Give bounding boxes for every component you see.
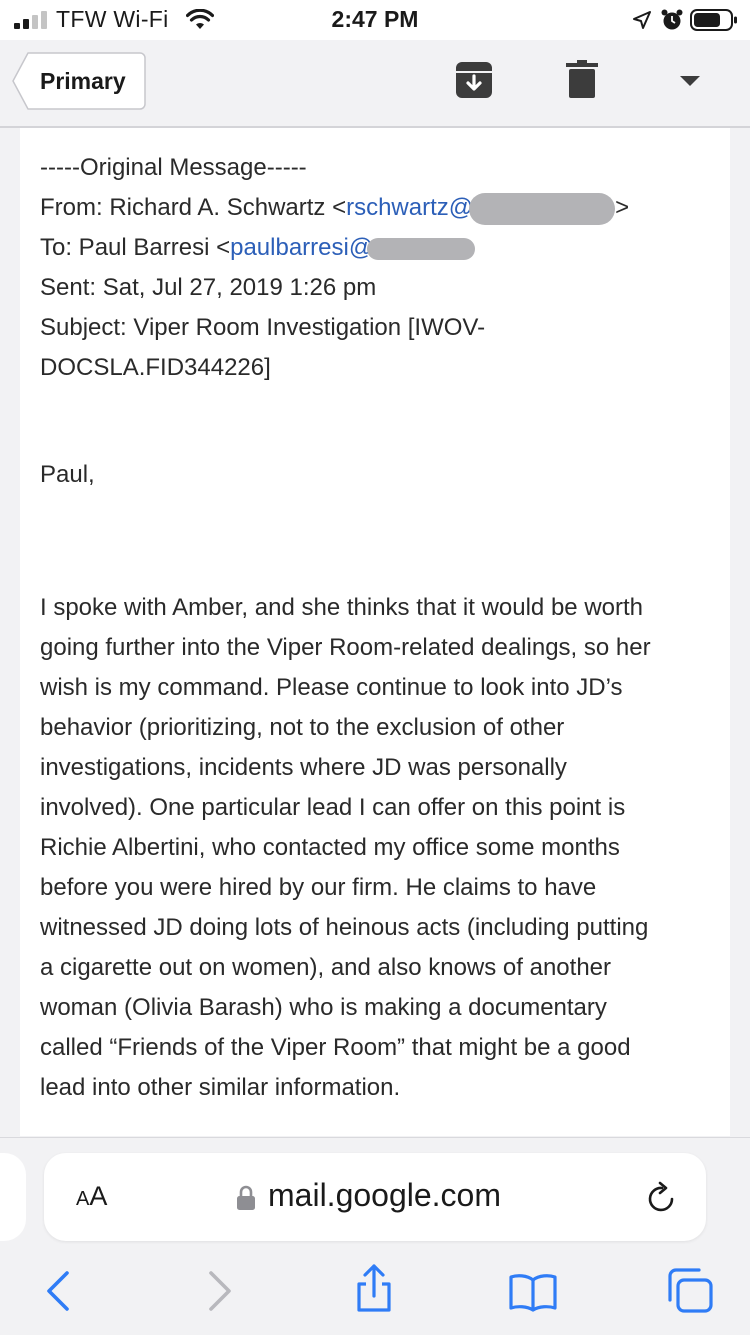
body-line: woman (Olivia Barash) who is making a do… bbox=[40, 994, 607, 1021]
body-line: involved). One particular lead I can off… bbox=[40, 794, 626, 821]
lock-icon bbox=[237, 1185, 255, 1210]
url-domain[interactable]: mail.google.com bbox=[268, 1177, 501, 1214]
back-button[interactable]: Primary bbox=[12, 52, 146, 110]
body-line: before you were hired by our firm. He cl… bbox=[40, 874, 597, 901]
body-line: a cigarette out on women), and also know… bbox=[40, 954, 612, 981]
more-chevron-icon[interactable] bbox=[678, 74, 702, 88]
back-arrow-icon[interactable] bbox=[44, 1270, 72, 1312]
from-label: From: Richard A. Schwartz < bbox=[40, 194, 347, 221]
body-line: witnessed JD doing lots of heinous acts … bbox=[40, 914, 649, 941]
body-line: behavior (prioritizing, not to the exclu… bbox=[40, 714, 565, 741]
reload-icon[interactable] bbox=[646, 1181, 678, 1215]
trash-icon[interactable] bbox=[566, 60, 598, 98]
from-close: > bbox=[615, 194, 630, 221]
battery-icon bbox=[690, 9, 737, 31]
sent-line: Sent: Sat, Jul 27, 2019 1:26 pm bbox=[40, 274, 377, 301]
redaction-bar bbox=[469, 192, 616, 225]
body-line: investigations, incidents where JD was p… bbox=[40, 754, 567, 781]
back-button-label: Primary bbox=[40, 68, 126, 94]
text-size-small-glyph: A bbox=[76, 1188, 90, 1210]
body-line: Richie Albertini, who contacted my offic… bbox=[40, 834, 620, 861]
alarm-icon bbox=[661, 9, 683, 30]
greeting: Paul, bbox=[40, 461, 95, 488]
status-bar: TFW Wi-Fi 2:47 PM bbox=[0, 0, 750, 40]
tabs-icon[interactable] bbox=[666, 1268, 714, 1314]
mail-toolbar: Primary bbox=[0, 40, 750, 128]
to-line: To: Paul Barresi <paulbarresi@ bbox=[40, 228, 476, 268]
body-line: going further into the Viper Room-relate… bbox=[40, 634, 651, 661]
to-email-link[interactable]: paulbarresi@ bbox=[230, 234, 373, 261]
forward-arrow-icon[interactable] bbox=[206, 1270, 234, 1312]
location-arrow-icon bbox=[633, 11, 651, 29]
text-size-big-glyph: A bbox=[89, 1181, 108, 1211]
bookmarks-icon[interactable] bbox=[508, 1272, 558, 1312]
previous-tab-peek[interactable] bbox=[0, 1153, 26, 1241]
subject-line: Subject: Viper Room Investigation [IWOV- bbox=[40, 314, 486, 341]
to-label: To: Paul Barresi < bbox=[40, 234, 231, 261]
body-line: called “Friends of the Viper Room” that … bbox=[40, 1034, 631, 1061]
original-message-divider: -----Original Message----- bbox=[40, 154, 307, 181]
address-bar[interactable]: AA mail.google.com bbox=[44, 1153, 706, 1241]
archive-icon[interactable] bbox=[454, 60, 494, 100]
redaction-bar bbox=[367, 237, 476, 260]
body-line: wish is my command. Please continue to l… bbox=[40, 674, 623, 701]
from-email-link[interactable]: rschwartz@ bbox=[346, 194, 473, 221]
from-line: From: Richard A. Schwartz <rschwartz@ > bbox=[40, 188, 629, 228]
message-card: -----Original Message----- From: Richard… bbox=[20, 128, 730, 1136]
subject-line-continued: DOCSLA.FID344226] bbox=[40, 354, 271, 381]
safari-bottom-bar: AA mail.google.com bbox=[0, 1137, 750, 1335]
share-icon[interactable] bbox=[354, 1264, 394, 1314]
body-line: lead into other similar information. bbox=[40, 1074, 401, 1101]
body-line: I spoke with Amber, and she thinks that … bbox=[40, 594, 643, 621]
text-size-button[interactable]: AA bbox=[76, 1181, 107, 1212]
message-body: I spoke with Amber, and she thinks that … bbox=[40, 588, 730, 1108]
